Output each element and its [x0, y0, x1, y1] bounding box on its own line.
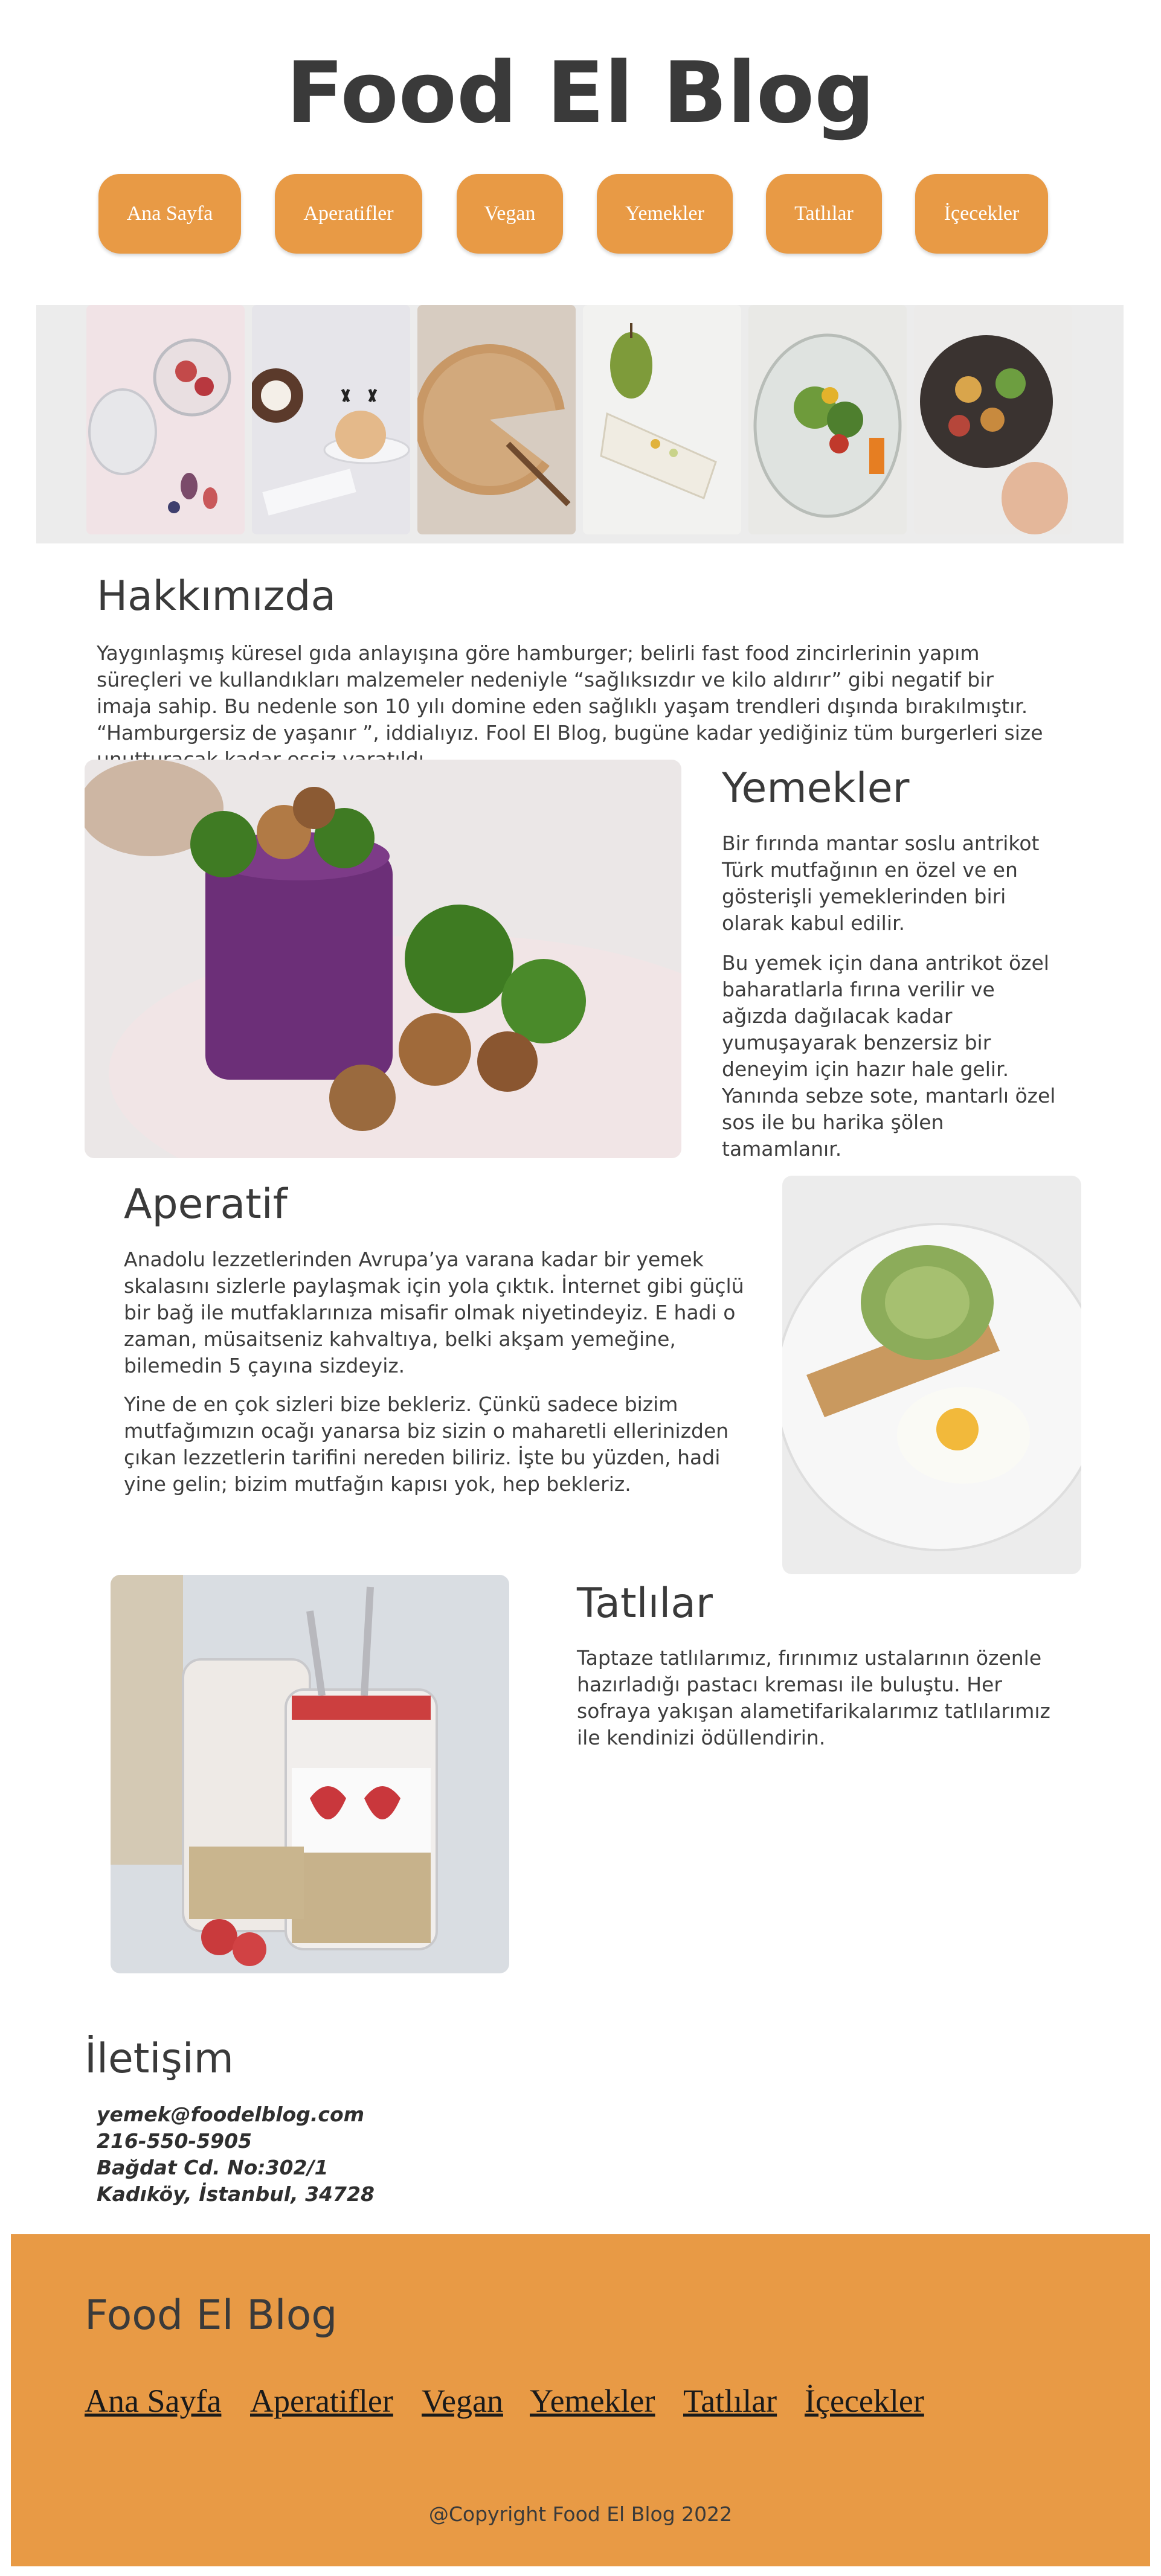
nav-button-appetizers[interactable]: Aperatifler — [275, 174, 422, 254]
footer-link-mains[interactable]: Yemekler — [530, 2382, 655, 2420]
footer-link-vegan[interactable]: Vegan — [422, 2382, 503, 2420]
appetizer-text-1: Anadolu lezzetlerinden Avrupa’ya varana … — [124, 1248, 744, 1377]
site-title: Food El Blog — [286, 44, 875, 143]
contact-address-line-2: Kadıköy, İstanbul, 34728 — [97, 2182, 375, 2206]
appetizer-image — [782, 1176, 1081, 1574]
gallery-image-cake-roll — [252, 305, 410, 534]
contact-phone[interactable]: 216-550-5905 — [97, 2128, 252, 2155]
mains-title: Yemekler — [722, 764, 910, 812]
nav-button-drinks[interactable]: İçecekler — [915, 174, 1048, 254]
appetizer-text-2: Yine de en çok sizleri bize bekleriz. Çü… — [124, 1392, 729, 1496]
appetizer-title: Aperatif — [124, 1181, 288, 1228]
footer-link-appetizers[interactable]: Aperatifler — [250, 2382, 393, 2420]
gallery-image-pear-dessert — [583, 305, 741, 534]
contact-email[interactable]: yemek@foodelblog.com — [97, 2101, 364, 2128]
footer-link-desserts[interactable]: Tatlılar — [683, 2382, 777, 2420]
nav-button-desserts[interactable]: Tatlılar — [766, 174, 882, 254]
desserts-text: Taptaze tatlılarımız, fırınımız ustaları… — [577, 1646, 1050, 1749]
desserts-title: Tatlılar — [577, 1580, 713, 1627]
footer-title: Food El Blog — [85, 2292, 338, 2339]
nav-button-home[interactable]: Ana Sayfa — [98, 174, 241, 254]
contact-address-line-1: Bağdat Cd. No:302/1 — [97, 2156, 329, 2179]
mains-text-1: Bir fırında mantar soslu antrikot Türk m… — [722, 831, 1040, 935]
mains-text-2: Bu yemek için dana antrikot özel baharat… — [722, 951, 1056, 1161]
about-title: Hakkımızda — [97, 572, 336, 620]
desserts-image — [111, 1575, 509, 1973]
copyright-text: @Copyright Food El Blog 2022 — [428, 2502, 733, 2526]
footer-link-drinks[interactable]: İçecekler — [805, 2382, 924, 2420]
contact-title: İletişim — [85, 2035, 234, 2083]
about-text: Yaygınlaşmış küresel gıda anlayışına gör… — [97, 641, 1043, 771]
gallery-image-bowl-hand — [914, 305, 1072, 534]
nav-button-vegan[interactable]: Vegan — [457, 174, 563, 254]
mains-image — [85, 760, 681, 1158]
gallery-image-pie — [417, 305, 576, 534]
gallery-image-figs-chia — [86, 305, 245, 534]
footer-link-home[interactable]: Ana Sayfa — [85, 2382, 221, 2420]
nav-button-mains[interactable]: Yemekler — [597, 174, 733, 254]
gallery-image-salad-glass — [748, 305, 907, 534]
